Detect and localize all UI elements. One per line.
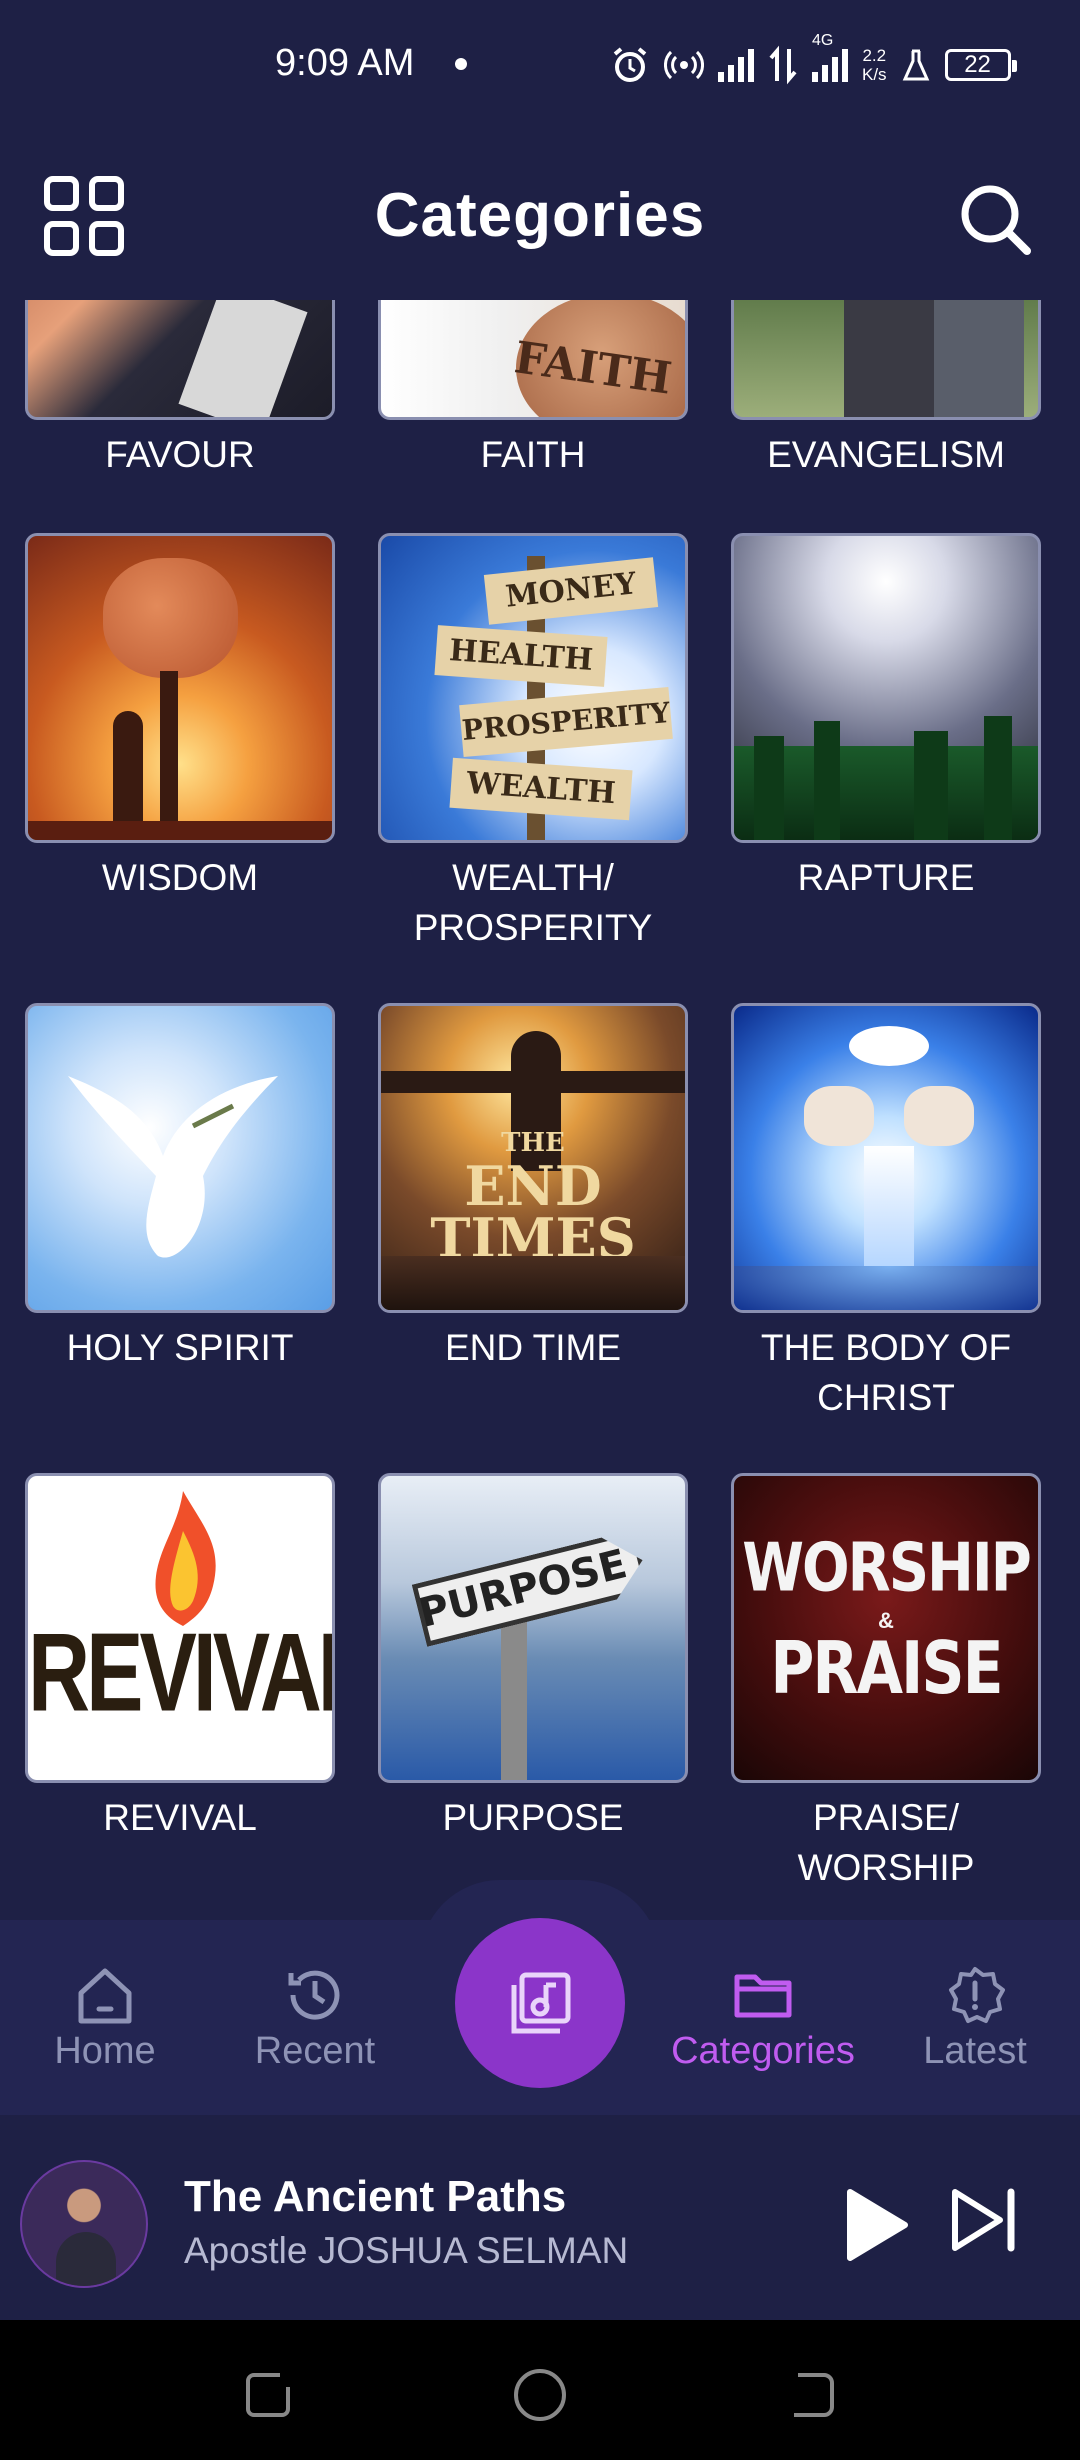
category-image: PURPOSE [378,1473,688,1783]
network-speed: 2.2 K/s [862,46,887,84]
back-icon[interactable] [780,2365,840,2425]
status-bar: 9:09 AM 4G 2.2 K/s 22 [0,0,1080,135]
music-library-button[interactable] [455,1918,625,2088]
signpost-prosperity: PROSPERITY [459,686,673,758]
category-label: FAVOUR [105,434,255,475]
category-image [25,300,335,420]
alert-badge-icon [949,1967,1005,2023]
category-tile-purpose[interactable]: PURPOSE PURPOSE [378,1473,688,1843]
signpost-wealth: WEALTH [449,757,633,821]
category-label: REVIVAL [103,1797,257,1838]
recent-apps-icon[interactable] [240,2365,300,2425]
category-label: PURPOSE [442,1797,624,1838]
category-image [731,533,1041,843]
category-tile-favour[interactable]: FAVOUR [25,300,335,480]
page-title: Categories [374,181,706,250]
category-image: REVIVAL [25,1473,335,1783]
category-label: EVANGELISM [767,434,1005,475]
category-image [731,1003,1041,1313]
revival-text: REVIVAL [28,1610,335,1736]
nav-item-home[interactable]: Home [5,1960,205,2073]
search-icon[interactable] [956,180,1036,260]
speed-value: 2.2 [862,46,887,65]
signal-icon [718,48,754,82]
nav-label-recent: Recent [254,2030,376,2072]
category-tile-body-of-christ[interactable]: THE BODY OF CHRIST [731,1003,1041,1423]
system-nav-bar [0,2320,1080,2460]
category-tile-evangelism[interactable]: EVANGELISM [731,300,1041,480]
category-image [731,300,1041,420]
skip-next-icon[interactable] [945,2180,1025,2260]
category-label: HOLY SPIRIT [66,1327,294,1368]
alarm-icon [613,47,647,82]
data-transfer-icon [769,45,797,85]
category-tile-faith[interactable]: FAITH FAITH [378,300,688,480]
category-image: THE END TIMES [378,1003,688,1313]
status-time: 9:09 AM [275,42,415,84]
category-image [25,533,335,843]
signpost-money: MONEY [483,557,659,625]
category-tile-end-time[interactable]: THE END TIMES END TIME [378,1003,688,1373]
category-image: MONEY HEALTH PROSPERITY WEALTH [378,533,688,843]
battery-level: 22 [964,51,991,78]
category-label: END TIME [444,1327,622,1368]
signal-4g: 4G [812,32,848,82]
status-icons: 4G 2.2 K/s 22 [610,32,1017,90]
category-tile-praise-worship[interactable]: WORSHIP & PRAISE PRAISE/ WORSHIP [731,1473,1041,1893]
category-label: RAPTURE [797,857,975,898]
category-tile-revival[interactable]: REVIVAL REVIVAL [25,1473,335,1843]
battery-indicator: 22 [944,49,1017,81]
home-circle-icon[interactable] [510,2365,570,2425]
now-playing-title: The Ancient Paths [184,2172,567,2221]
network-type: 4G [812,32,834,49]
categories-grid: FAVOUR FAITH FAITH EVANGELISM WISDOM MON… [0,300,1080,1920]
category-tile-rapture[interactable]: RAPTURE [731,533,1041,903]
flask-icon [902,49,929,81]
hotspot-icon [664,50,704,80]
category-label: THE BODY OF CHRIST [760,1327,1012,1418]
category-label: PRAISE/ WORSHIP [797,1797,975,1888]
category-label: WISDOM [101,857,259,898]
purpose-sign-text: PURPOSE [414,1541,632,1637]
nav-label-latest: Latest [923,2030,1027,2072]
signpost-health: HEALTH [434,625,608,687]
now-playing-artist: Apostle JOSHUA SELMAN [184,2230,629,2271]
nav-label-home: Home [54,2030,156,2072]
category-image: WORSHIP & PRAISE [731,1473,1041,1783]
nav-item-latest[interactable]: Latest [875,1960,1075,2073]
category-image: FAITH [378,300,688,420]
home-icon [78,1968,132,2024]
category-label: WEALTH/ PROSPERITY [413,857,653,948]
category-tile-holy-spirit[interactable]: HOLY SPIRIT [25,1003,335,1373]
category-tile-wisdom[interactable]: WISDOM [25,533,335,903]
speed-unit: K/s [862,65,887,84]
history-icon [288,1970,340,2020]
folder-icon [734,1974,792,2018]
music-library-icon [511,1972,571,2034]
category-label: FAITH [480,434,586,475]
now-playing-bar[interactable]: The Ancient Paths Apostle JOSHUA SELMAN [0,2120,1080,2320]
worship-text: WORSHIP [742,1529,1032,1608]
dove-illustration [68,1076,278,1258]
play-icon[interactable] [830,2180,920,2270]
praise-text: PRAISE [770,1627,1003,1711]
nav-item-recent[interactable]: Recent [215,1960,415,2073]
nav-label-categories: Categories [671,2030,855,2072]
notification-dot [455,58,467,70]
artist-avatar [20,2160,148,2288]
nav-item-categories[interactable]: Categories [663,1960,863,2073]
category-tile-wealth-prosperity[interactable]: MONEY HEALTH PROSPERITY WEALTH WEALTH/ P… [378,533,688,953]
category-image [25,1003,335,1313]
app-header: Categories [0,150,1080,280]
